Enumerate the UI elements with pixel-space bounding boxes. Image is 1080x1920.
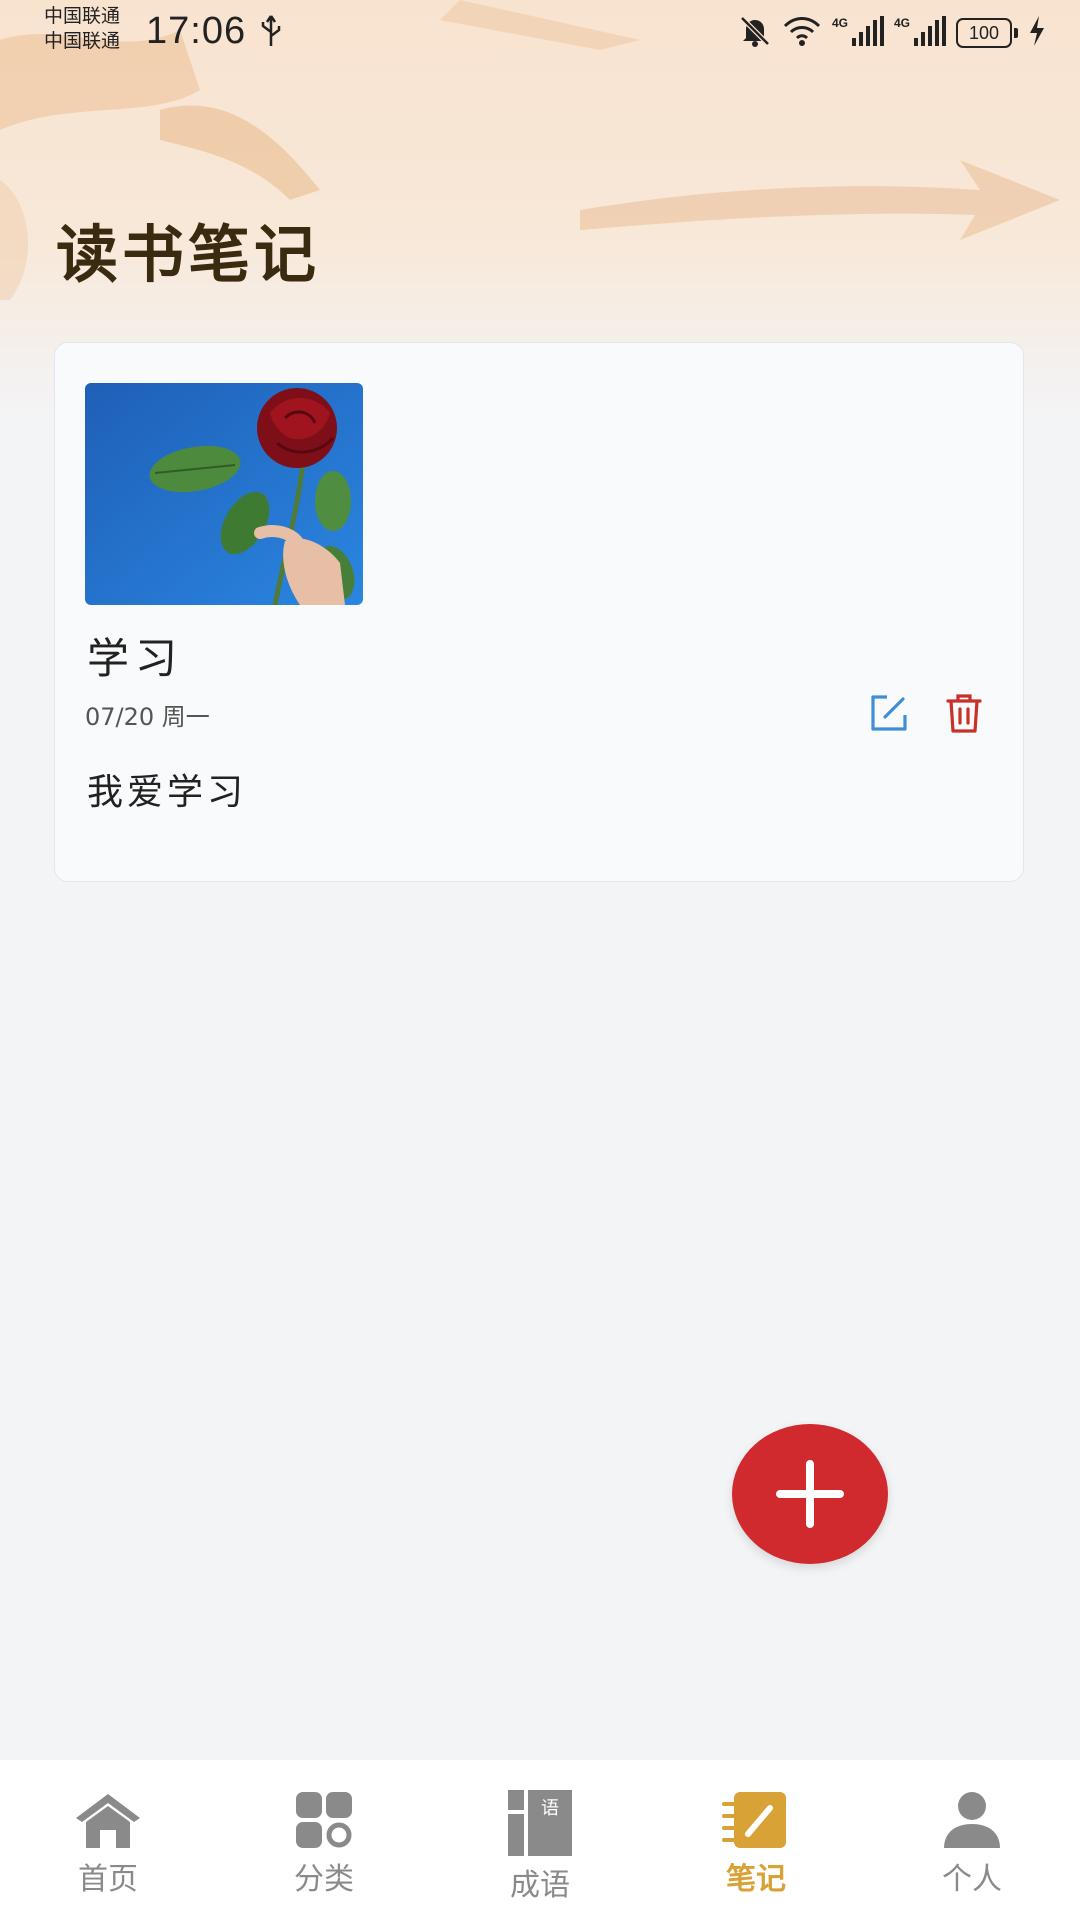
network-type-2: 4G <box>893 16 910 30</box>
edit-note-button[interactable] <box>865 689 913 737</box>
plus-icon <box>776 1460 844 1528</box>
page-title: 读书笔记 <box>56 218 321 291</box>
note-body: 我爱学习 <box>87 772 248 813</box>
home-icon <box>76 1794 140 1848</box>
tab-notes[interactable]: 笔记 <box>648 1760 864 1920</box>
tab-label-idioms: 成语 <box>510 1868 570 1903</box>
tab-home[interactable]: 首页 <box>0 1760 216 1920</box>
charging-icon <box>1028 16 1046 50</box>
note-card[interactable]: 学习 07/20 周一 我爱学习 <box>54 342 1024 882</box>
idiom-book-icon: 语 <box>508 1790 572 1856</box>
svg-text:语: 语 <box>541 1798 559 1819</box>
signal-icon <box>914 16 946 50</box>
trash-icon <box>946 694 982 733</box>
person-icon <box>944 1792 1000 1848</box>
tab-idioms[interactable]: 语 成语 <box>432 1760 648 1920</box>
carrier-1: 中国联通 <box>44 5 121 27</box>
usb-icon <box>258 14 284 52</box>
tab-label-category: 分类 <box>294 1862 354 1897</box>
category-icon <box>296 1792 352 1848</box>
tab-label-home: 首页 <box>78 1862 138 1897</box>
status-icons: 4G 4G 100 <box>738 14 1046 52</box>
note-title: 学习 <box>87 634 184 683</box>
carrier-labels: 中国联通 中国联通 <box>44 4 120 54</box>
edit-icon <box>871 695 907 731</box>
tab-label-profile: 个人 <box>942 1862 1002 1897</box>
tab-label-notes: 笔记 <box>726 1862 786 1897</box>
note-date: 07/20 周一 <box>85 703 210 731</box>
carrier-2: 中国联通 <box>44 30 121 52</box>
status-time: 17:06 <box>146 10 247 52</box>
add-note-button[interactable] <box>732 1424 888 1564</box>
network-type-1: 4G <box>831 16 848 30</box>
note-image-rose[interactable] <box>85 383 363 605</box>
wifi-icon <box>782 14 822 52</box>
tab-category[interactable]: 分类 <box>216 1760 432 1920</box>
notes-icon <box>722 1792 786 1848</box>
signal-icon <box>851 16 884 50</box>
tab-profile[interactable]: 个人 <box>864 1760 1080 1920</box>
status-bar: 中国联通 中国联通 17:06 4G 4G 100 <box>0 0 1080 68</box>
battery-icon: 100 <box>956 18 1018 48</box>
bottom-tab-bar: 首页 分类 语 成语 笔记 个人 <box>0 1760 1080 1920</box>
bell-muted-icon <box>738 14 772 52</box>
delete-note-button[interactable] <box>940 689 988 737</box>
